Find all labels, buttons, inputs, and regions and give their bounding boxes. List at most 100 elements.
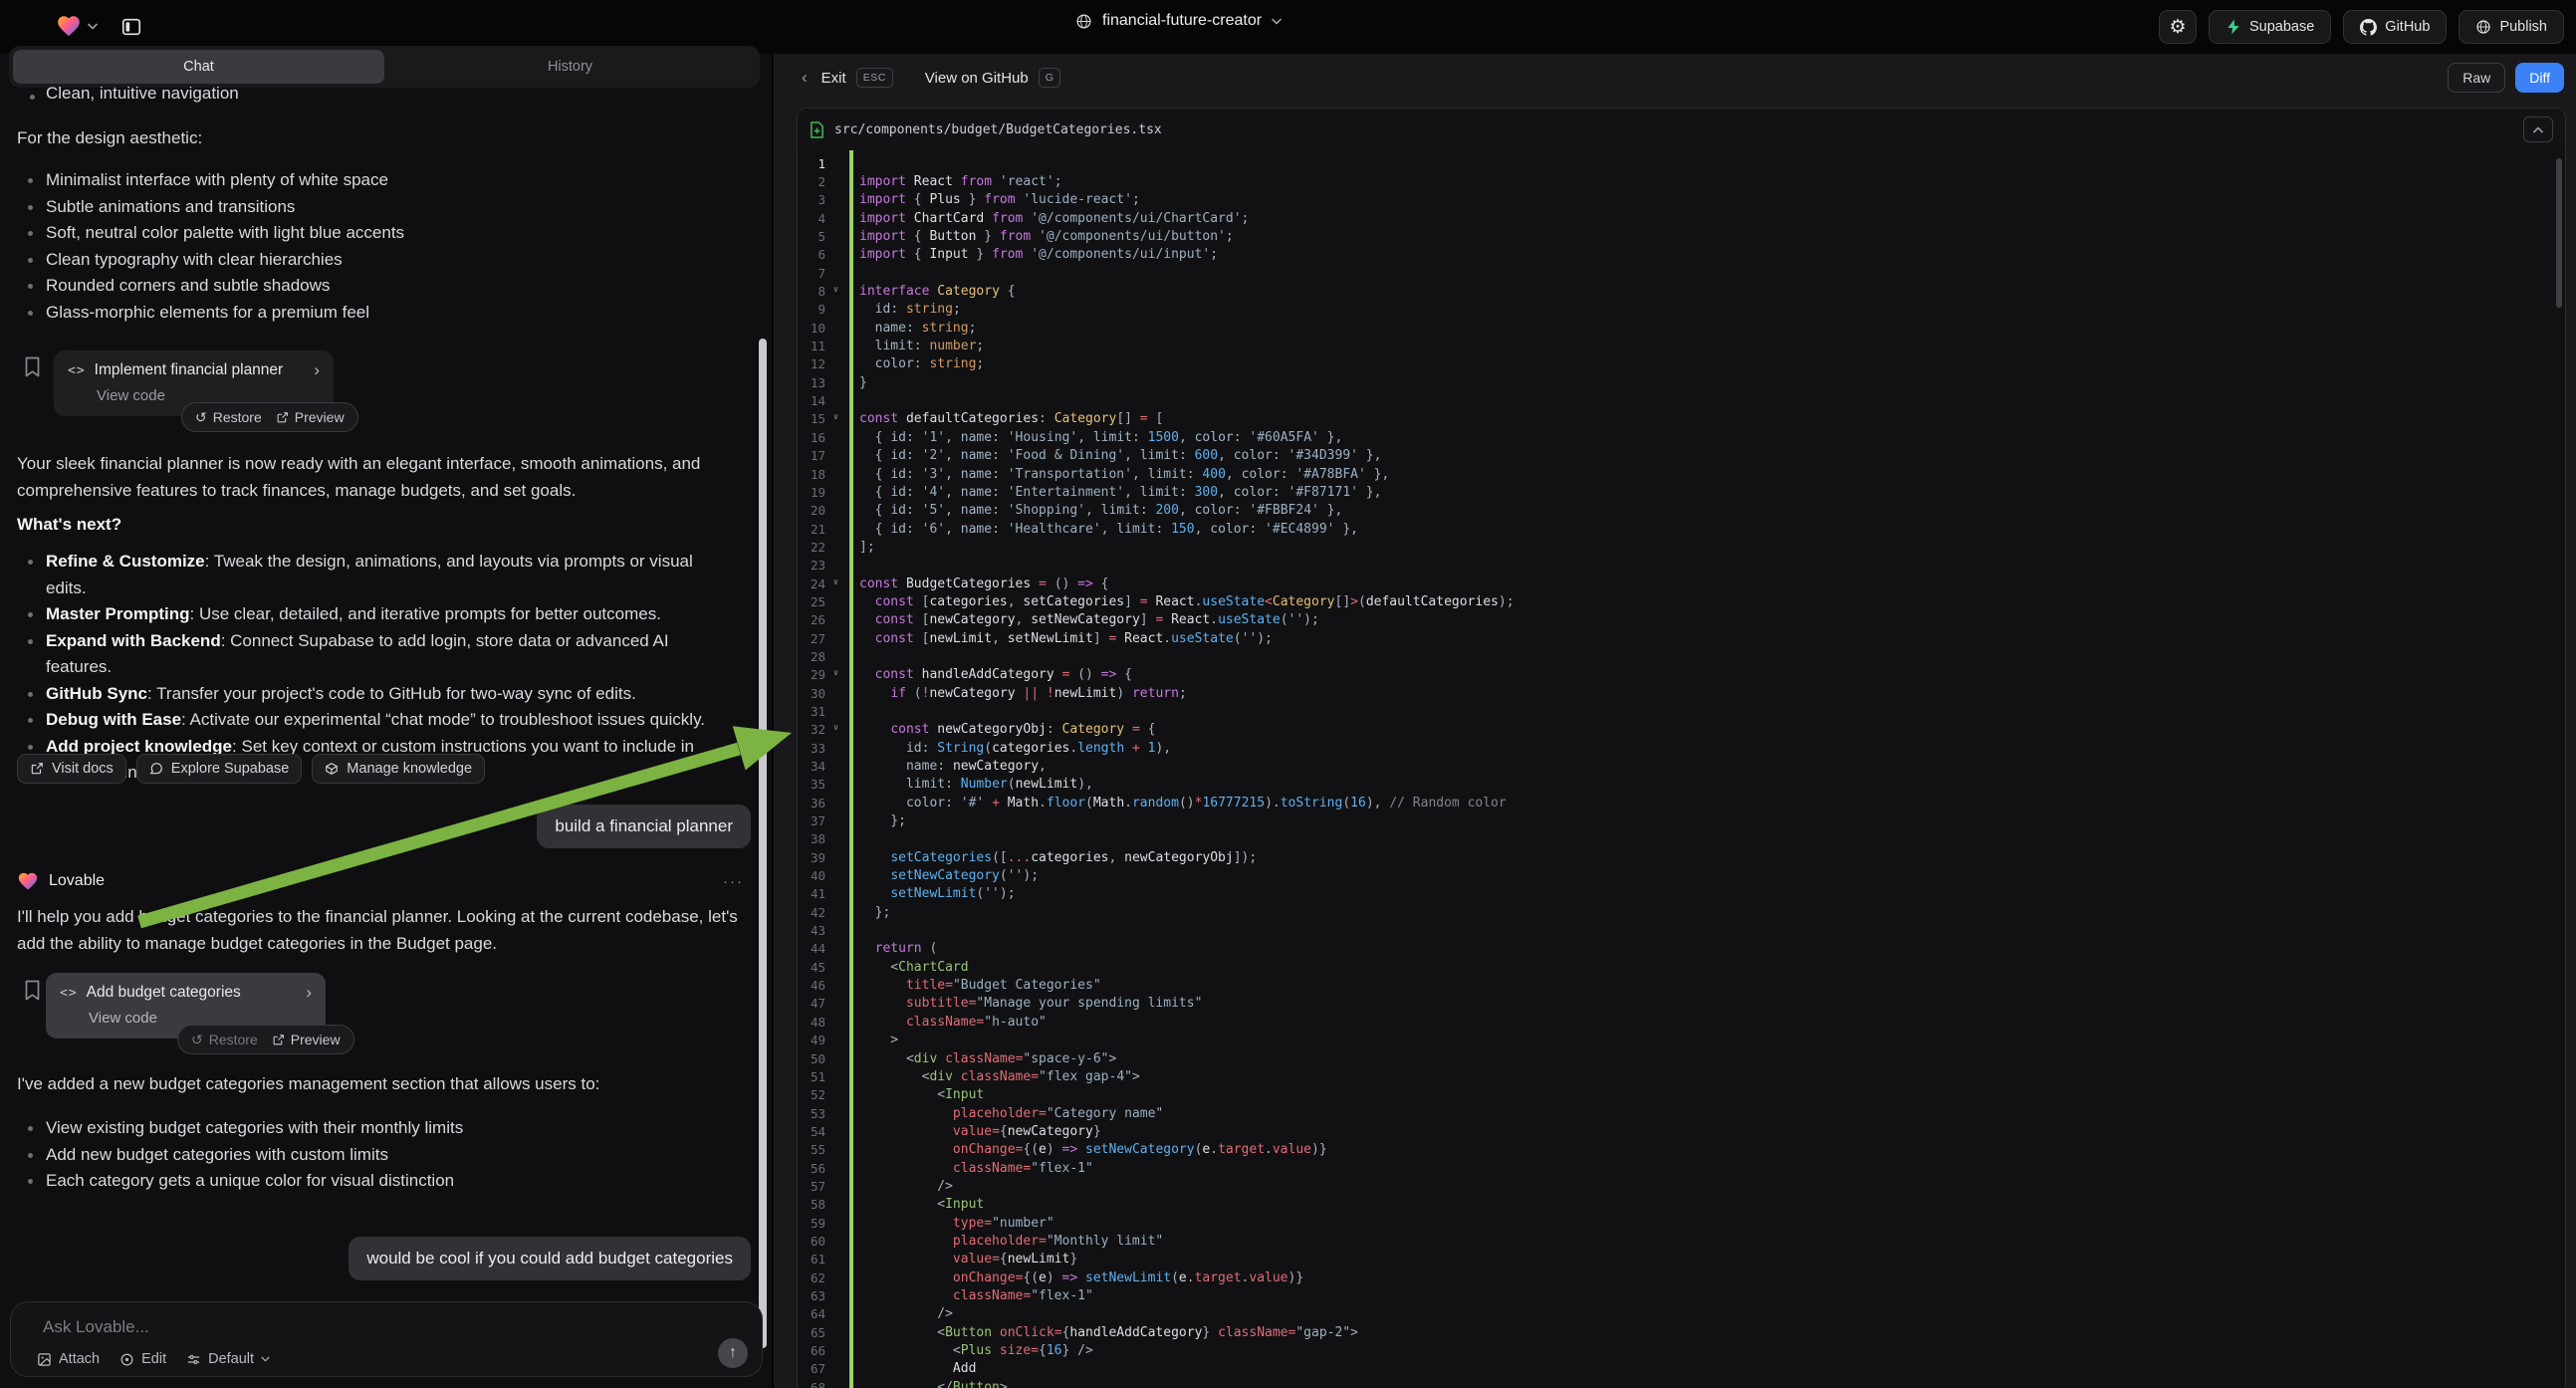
external-link-icon <box>276 411 289 424</box>
code-area[interactable]: 12import React from 'react';3import { Pl… <box>798 150 2565 1388</box>
restore-icon: ↺ <box>195 409 207 426</box>
code-text: { id: '1', name: 'Housing', limit: 1500,… <box>837 430 1342 445</box>
line-number: 12 <box>798 356 837 371</box>
fold-chevron-icon[interactable]: ∨ <box>833 285 838 295</box>
code-text: setCategories([...categories, newCategor… <box>837 850 1257 865</box>
chevron-left-icon: ‹ <box>802 68 808 88</box>
toggle-sidebar-button[interactable] <box>114 10 149 44</box>
code-line: 20 { id: '5', name: 'Shopping', limit: 2… <box>798 502 2565 520</box>
line-number: 64 <box>798 1306 837 1321</box>
composer-input[interactable]: Ask Lovable... <box>43 1317 149 1337</box>
model-default-dropdown[interactable]: Default <box>186 1351 270 1367</box>
restore-button[interactable]: ↺Restore <box>195 409 262 426</box>
visit-docs-button[interactable]: Visit docs <box>17 754 126 784</box>
preview-button[interactable]: Preview <box>276 409 345 425</box>
line-number: 21 <box>798 522 837 537</box>
code-line: 38 <box>798 830 2565 848</box>
code-text: subtitle="Manage your spending limits" <box>837 996 1202 1011</box>
line-number: 3 <box>798 192 837 207</box>
code-line: 37 }; <box>798 811 2565 829</box>
bookmark-icon[interactable] <box>24 980 41 1001</box>
raw-toggle-button[interactable]: Raw <box>2448 63 2505 93</box>
code-line: 19 { id: '4', name: 'Entertainment', lim… <box>798 483 2565 501</box>
file-header[interactable]: src/components/budget/BudgetCategories.t… <box>798 109 2565 150</box>
send-button[interactable]: ↑ <box>718 1338 748 1368</box>
fold-chevron-icon[interactable]: ∨ <box>833 723 838 733</box>
list-item: Master Prompting: Use clear, detailed, a… <box>46 601 717 628</box>
code-line: 50 <div className="space-y-6"> <box>798 1049 2565 1067</box>
code-text: onChange={(e) => setNewCategory(e.target… <box>837 1142 1327 1157</box>
line-number: 54 <box>798 1124 837 1139</box>
image-icon <box>37 1352 52 1367</box>
line-number: 63 <box>798 1288 837 1303</box>
fold-chevron-icon[interactable]: ∨ <box>833 668 838 678</box>
code-scrollbar[interactable] <box>2556 158 2562 308</box>
code-text: className="flex-1" <box>837 1288 1093 1303</box>
code-line: 61 value={newLimit} <box>798 1251 2565 1269</box>
fold-chevron-icon[interactable]: ∨ <box>833 412 838 422</box>
chevron-right-icon: › <box>314 360 320 380</box>
chevron-down-icon <box>88 23 98 30</box>
exit-button[interactable]: Exit <box>821 70 846 87</box>
code-text: const BudgetCategories = () => { <box>837 577 1108 591</box>
chat-scrollbar[interactable] <box>759 339 767 1348</box>
explore-supabase-button[interactable]: Explore Supabase <box>136 754 303 784</box>
lovable-logo-menu[interactable] <box>56 13 98 39</box>
code-line: 53 placeholder="Category name" <box>798 1104 2565 1122</box>
code-line: 58 <Input <box>798 1196 2565 1214</box>
line-number: 40 <box>798 868 837 883</box>
publish-button[interactable]: Publish <box>2459 10 2564 44</box>
diff-toggle-button[interactable]: Diff <box>2515 63 2564 93</box>
line-number: 55 <box>798 1142 837 1157</box>
code-line: 10 name: string; <box>798 319 2565 337</box>
supabase-button[interactable]: Supabase <box>2209 10 2331 44</box>
line-number: 17 <box>798 448 837 463</box>
code-line: 27 const [newLimit, setNewLimit] = React… <box>798 629 2565 647</box>
code-text: <Input <box>837 1197 984 1212</box>
project-switcher[interactable]: financial-future-creator <box>1075 12 1282 30</box>
view-on-github-link[interactable]: View on GitHub <box>925 70 1029 87</box>
line-number: 48 <box>798 1015 837 1030</box>
line-number: 60 <box>798 1234 837 1249</box>
code-text: id: String(categories.length + 1), <box>837 741 1171 756</box>
code-text: const [newLimit, setNewLimit] = React.us… <box>837 631 1273 646</box>
message-menu-button[interactable]: ··· <box>723 873 744 890</box>
code-text: limit: Number(newLimit), <box>837 777 1093 792</box>
code-line: 15∨const defaultCategories: Category[] =… <box>798 410 2565 428</box>
manage-knowledge-button[interactable]: Manage knowledge <box>312 754 485 784</box>
preview-button[interactable]: Preview <box>272 1032 341 1047</box>
line-number: 10 <box>798 321 837 336</box>
restore-button-disabled[interactable]: ↺Restore <box>191 1032 258 1048</box>
project-globe-icon <box>1075 13 1092 30</box>
panel-left-icon <box>120 16 142 38</box>
github-button[interactable]: GitHub <box>2343 10 2447 44</box>
line-number: 42 <box>798 905 837 920</box>
code-text: <div className="flex gap-4"> <box>837 1069 1140 1084</box>
fold-chevron-icon[interactable]: ∨ <box>833 578 838 587</box>
attach-button[interactable]: Attach <box>37 1351 100 1367</box>
restore-preview-pill: ↺Restore Preview <box>181 402 358 432</box>
whats-next-list: Refine & Customize: Tweak the design, an… <box>46 549 717 787</box>
tab-history[interactable]: History <box>384 50 756 84</box>
line-number: 8∨ <box>798 284 837 299</box>
line-number: 56 <box>798 1161 837 1176</box>
code-text: if (!newCategory || !newLimit) return; <box>837 686 1187 701</box>
bookmark-icon[interactable] <box>24 356 41 377</box>
code-text: ]; <box>837 540 875 555</box>
code-line: 51 <div className="flex gap-4"> <box>798 1067 2565 1085</box>
tab-chat[interactable]: Chat <box>13 50 384 84</box>
code-line: 9 id: string; <box>798 301 2565 319</box>
chat-composer[interactable]: Ask Lovable... Attach Edit <box>10 1301 763 1377</box>
code-line: 43 <box>798 921 2565 939</box>
line-number: 19 <box>798 485 837 500</box>
edit-mode-button[interactable]: Edit <box>119 1351 166 1367</box>
collapse-file-button[interactable] <box>2523 116 2553 142</box>
line-number: 45 <box>798 960 837 975</box>
code-text: /> <box>837 1306 953 1321</box>
line-number: 6 <box>798 247 837 262</box>
list-item: Refine & Customize: Tweak the design, an… <box>46 549 717 601</box>
line-number: 18 <box>798 467 837 482</box>
code-text: <ChartCard <box>837 960 969 975</box>
line-number: 66 <box>798 1343 837 1358</box>
settings-button[interactable]: ⚙ <box>2159 10 2197 44</box>
